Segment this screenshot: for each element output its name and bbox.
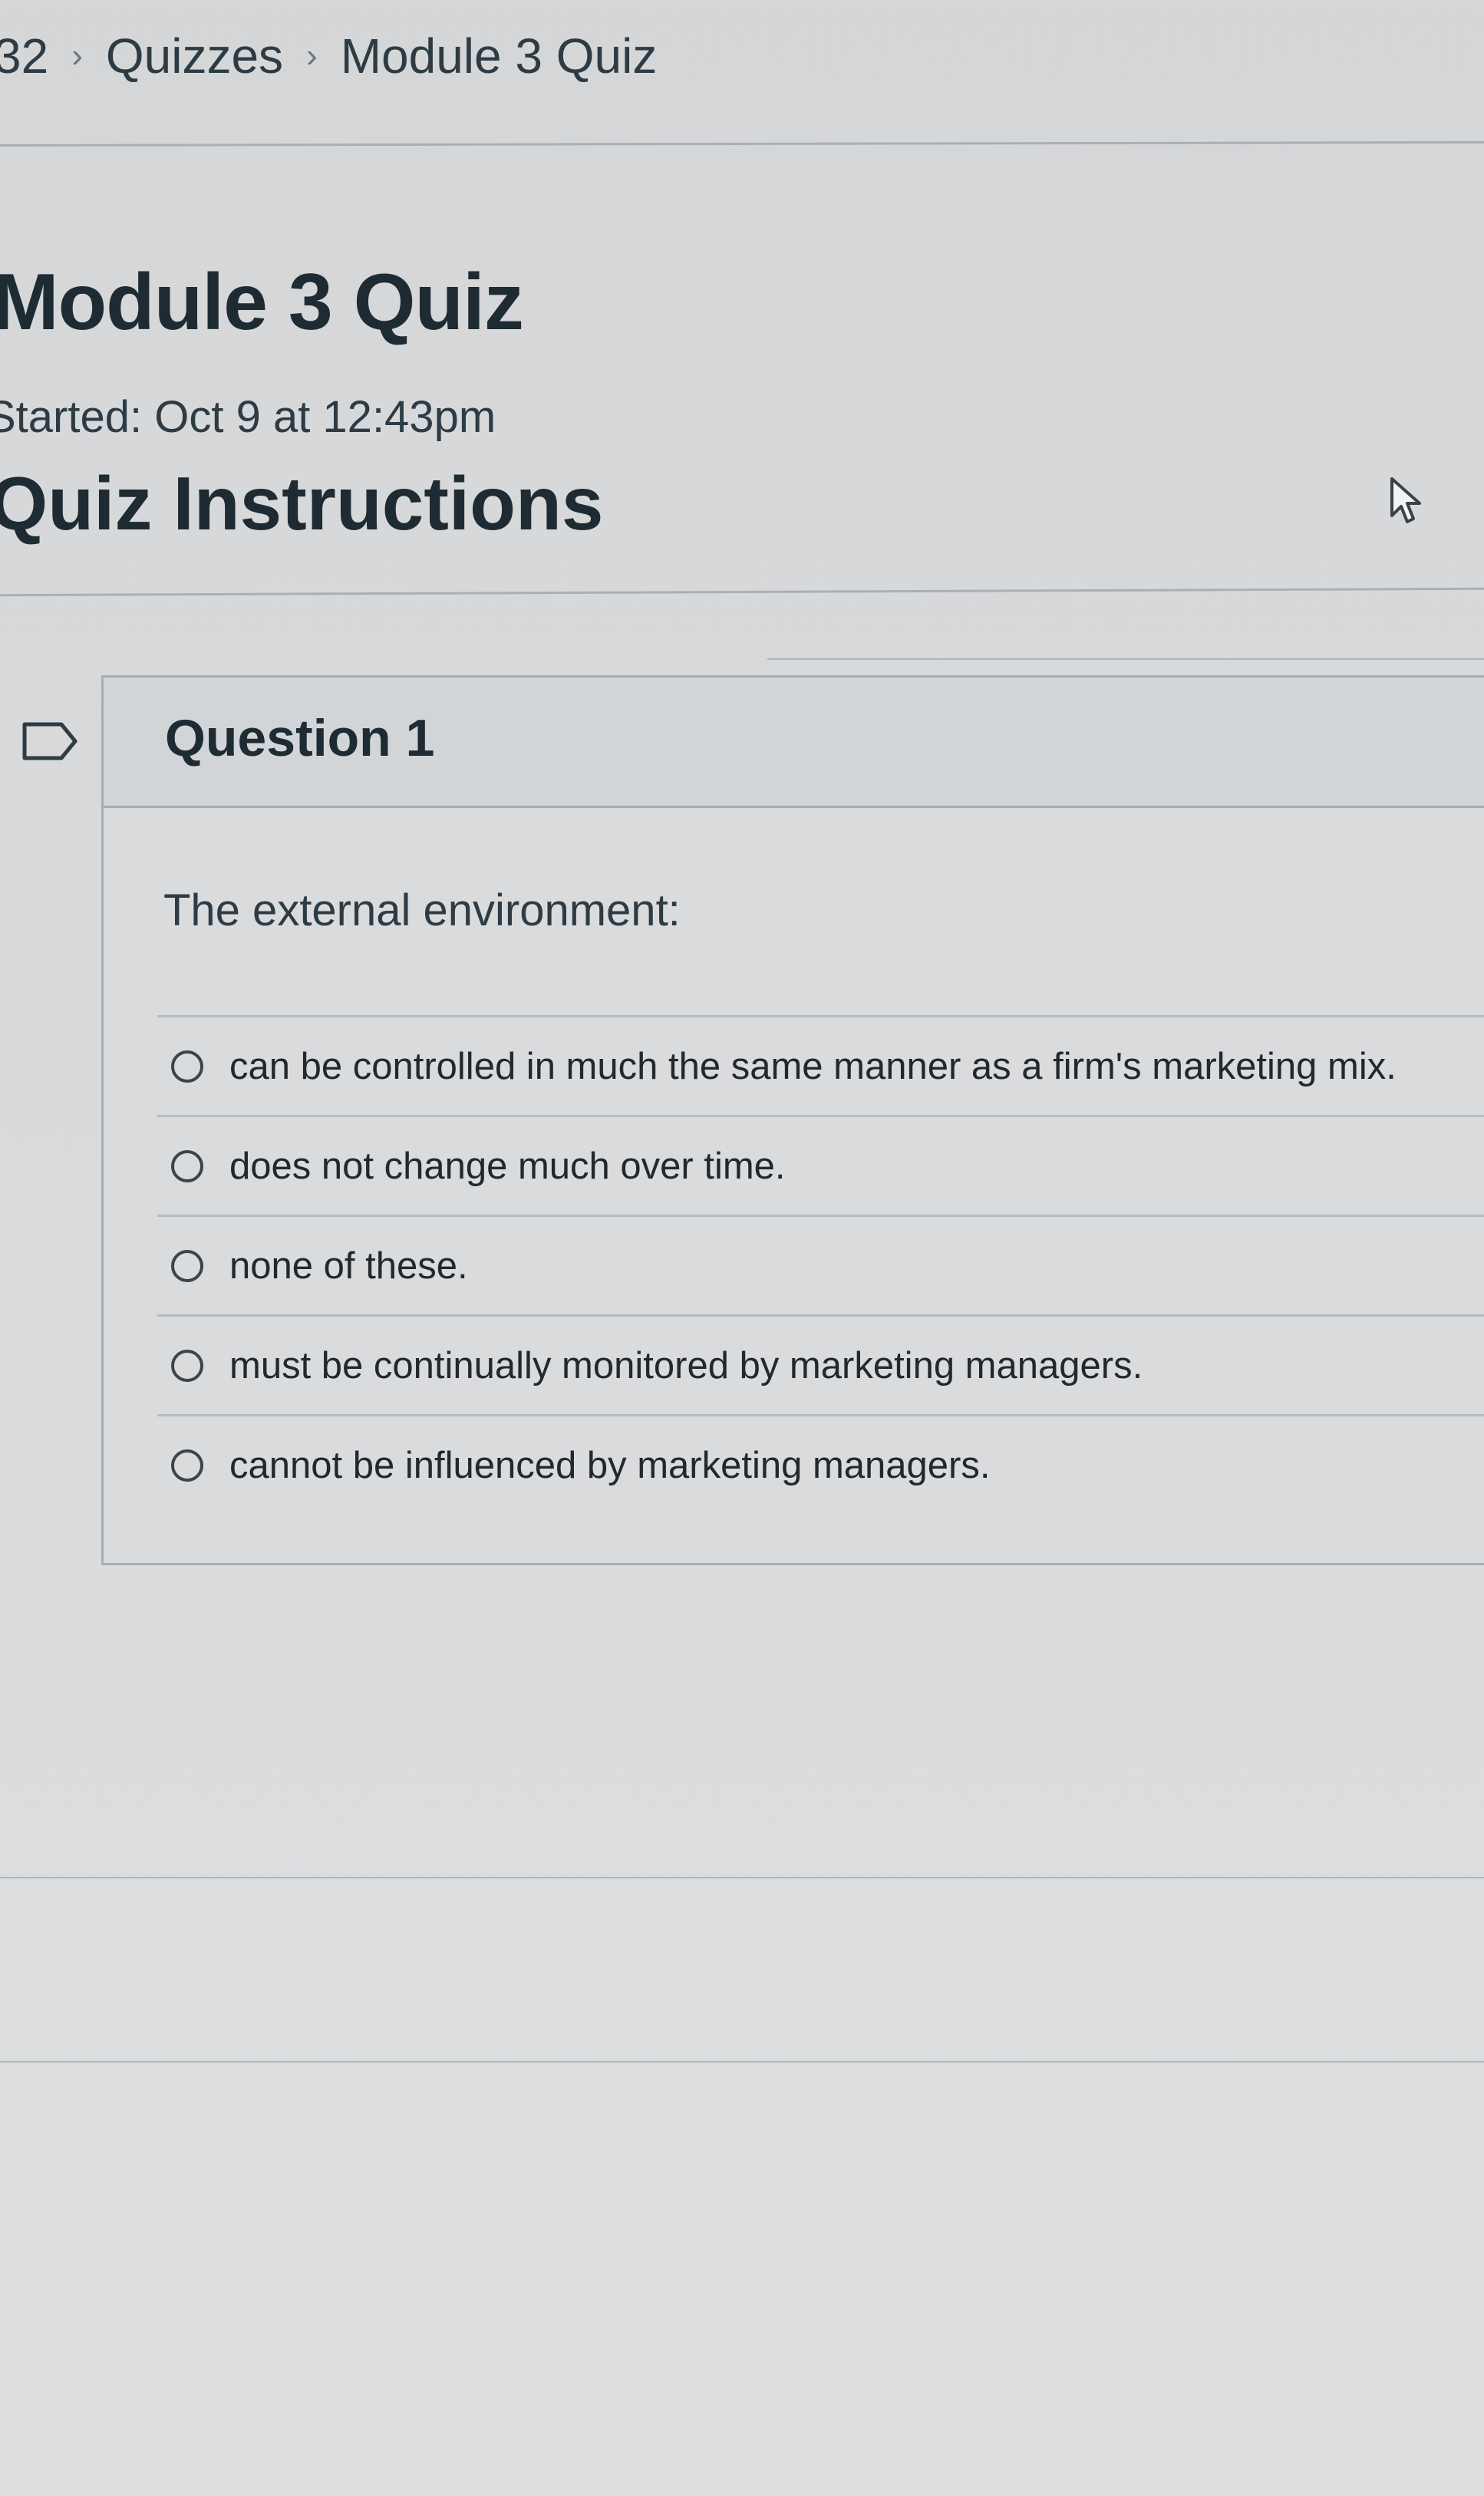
breadcrumb-course[interactable]: 32 <box>0 28 48 84</box>
lower-divider <box>0 1877 1484 1878</box>
radio-unselected-icon[interactable] <box>171 1349 203 1382</box>
answer-option[interactable]: must be continually monitored by marketi… <box>157 1314 1484 1414</box>
header-divider <box>0 140 1484 147</box>
bottom-divider <box>0 2061 1484 2062</box>
quiz-instructions-heading: Quiz Instructions <box>0 461 604 546</box>
page-title: Module 3 Quiz <box>0 258 524 347</box>
radio-unselected-icon[interactable] <box>171 1149 203 1182</box>
mouse-pointer-icon <box>1390 477 1421 523</box>
question-card: Question 1 The external environment: can… <box>101 675 1484 1565</box>
answer-list: can be controlled in much the same manne… <box>157 1015 1484 1514</box>
breadcrumb-separator-icon: › <box>306 37 318 74</box>
answer-label: can be controlled in much the same manne… <box>229 1045 1397 1087</box>
card-top-edge <box>767 658 1484 660</box>
started-timestamp: Started: Oct 9 at 12:43pm <box>0 392 496 442</box>
breadcrumb-current: Module 3 Quiz <box>340 28 658 84</box>
answer-label: cannot be influenced by marketing manage… <box>229 1444 991 1486</box>
answer-option[interactable]: does not change much over time. <box>157 1115 1484 1215</box>
radio-unselected-icon[interactable] <box>171 1050 203 1083</box>
breadcrumb: 32 › Quizzes › Module 3 Quiz <box>0 21 657 91</box>
answer-label: none of these. <box>229 1245 468 1287</box>
breadcrumb-separator-icon: › <box>71 37 83 74</box>
question-number: Question 1 <box>165 709 435 767</box>
radio-unselected-icon[interactable] <box>171 1249 203 1282</box>
instructions-divider <box>0 587 1484 597</box>
answer-option[interactable]: can be controlled in much the same manne… <box>157 1015 1484 1115</box>
question-text: The external environment: <box>163 885 681 935</box>
radio-unselected-icon[interactable] <box>171 1449 203 1482</box>
answer-option[interactable]: none of these. <box>157 1215 1484 1314</box>
answer-label: must be continually monitored by marketi… <box>229 1344 1143 1386</box>
answer-label: does not change much over time. <box>229 1145 786 1187</box>
answer-option[interactable]: cannot be influenced by marketing manage… <box>157 1414 1484 1514</box>
flag-question-icon[interactable] <box>21 720 80 763</box>
quiz-page: 32 › Quizzes › Module 3 Quiz Module 3 Qu… <box>0 0 1484 2496</box>
breadcrumb-quizzes[interactable]: Quizzes <box>106 28 283 84</box>
question-header: Question 1 <box>104 678 1484 808</box>
